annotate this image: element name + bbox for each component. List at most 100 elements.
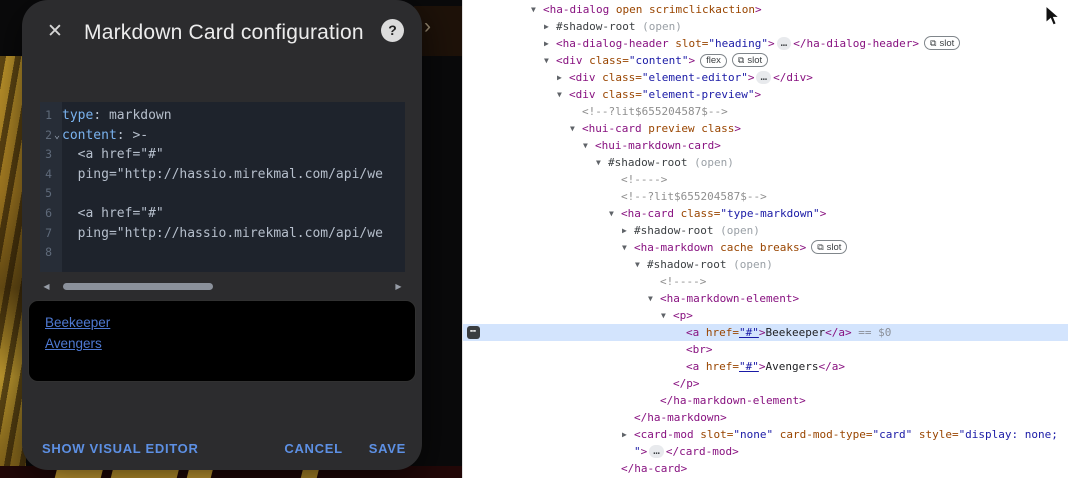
scrollbar-track[interactable] [53,282,392,291]
yaml-editor[interactable]: 1 type: markdown 2 ⌄ content: >- 3 <a href="#… [40,102,405,272]
devtools-node-row[interactable]: <br> [463,341,1068,358]
devtools-node-row[interactable]: ▼ <hui-markdown-card> [463,137,1068,154]
line-number: 6 [45,205,52,220]
close-icon[interactable]: ✕ [42,19,68,45]
code-text: content: >- [62,127,149,143]
devtools-node-row[interactable]: ▼ <ha-markdown-element> [463,290,1068,307]
expand-arrow-closed-icon[interactable]: ▶ [544,18,549,35]
fold-gutter [52,224,62,244]
code-line[interactable]: 5 [40,184,405,204]
expand-arrow-open-icon[interactable]: ▼ [544,52,549,69]
code-lines: 1 type: markdown 2 ⌄ content: >- 3 <a href="#… [40,102,405,263]
inline-expand-button[interactable]: … [776,37,792,50]
expand-arrow-open-icon[interactable]: ▼ [661,307,666,324]
devtools-node-row[interactable]: ▼ <hui-card preview class> [463,120,1068,137]
code-line[interactable]: 2 ⌄ content: >- [40,126,405,146]
code-line[interactable]: 4 ping="http://hassio.mirekmal.com/api/w… [40,165,405,185]
expand-arrow-closed-icon[interactable]: ▶ [622,426,627,443]
devtools-node-row[interactable]: ▼ <ha-markdown cache breaks> ⧉ slot [463,239,1068,256]
editor-horizontal-scrollbar[interactable]: ◀ ▶ [40,279,405,293]
fold-gutter [52,145,62,165]
line-number: 5 [45,186,52,201]
code-text: <a href="#" [62,205,164,221]
devtools-node-row[interactable]: ">… </card-mod> [463,443,1068,460]
scroll-left-icon[interactable]: ◀ [40,282,53,291]
devtools-node-row[interactable]: ▶ <div class="element-editor">… </div> [463,69,1068,86]
devtools-node-row[interactable]: ▶ #shadow-root (open) [463,222,1068,239]
devtools-node-row[interactable]: ▼ #shadow-root (open) [463,256,1068,273]
slot-badge-icon: ⧉ [817,242,824,252]
devtools-node-row[interactable]: </ha-markdown> [463,409,1068,426]
expand-arrow-open-icon[interactable]: ▼ [570,120,575,137]
slot-badge[interactable]: ⧉ slot [811,240,848,254]
expand-arrow-open-icon[interactable]: ▼ [557,86,562,103]
markdown-preview-card: Beekeeper Avengers [28,300,416,382]
fold-gutter [52,243,62,263]
expand-arrow-open-icon[interactable]: ▼ [648,290,653,307]
devtools-node-row[interactable]: ▼ <p> [463,307,1068,324]
line-number: 1 [45,108,52,122]
dialog-actions: SHOW VISUAL EDITOR CANCEL SAVE [42,441,406,456]
line-number: 2 [45,127,52,142]
expand-arrow-open-icon[interactable]: ▼ [609,205,614,222]
devtools-node-row[interactable]: ▼ <div class="content"> flex ⧉ slot [463,52,1068,69]
code-line[interactable]: 7 ping="http://hassio.mirekmal.com/api/w… [40,224,405,244]
devtools-node-row[interactable]: ▶ <card-mod slot="none" card-mod-type="ca… [463,426,1068,443]
slot-badge-icon: ⧉ [930,38,937,48]
code-text: type: markdown [62,108,172,123]
code-line[interactable]: 6 <a href="#" [40,204,405,224]
fold-gutter [52,204,62,224]
devtools-node-row[interactable]: ⋯ <a href="#">Beekeeper</a> == $0 [463,324,1068,341]
devtools-node-row[interactable]: ▶ #shadow-root (open) [463,18,1068,35]
devtools-node-row[interactable]: </ha-card> [463,460,1068,477]
devtools-elements-panel: ▼ <ha-dialog open scrimclickaction> ▶ #shad… [462,0,1068,478]
devtools-node-row[interactable]: <!--?lit$655204587$--> [463,188,1068,205]
slot-badge[interactable]: ⧉ slot [924,36,961,50]
ha-dashboard-backdrop: › ✕ Markdown Card configuration ? 1 type:… [0,0,462,478]
inline-expand-button[interactable]: … [649,445,664,458]
expand-arrow-closed-icon[interactable]: ▶ [622,222,627,239]
cancel-button[interactable]: CANCEL [284,441,342,456]
expand-arrow-open-icon[interactable]: ▼ [583,137,588,154]
devtools-node-row[interactable]: ▼ <ha-dialog open scrimclickaction> [463,1,1068,18]
preview-link[interactable]: Beekeeper [45,312,110,333]
code-text: ping="http://hassio.mirekmal.com/api/we [62,225,383,241]
code-line[interactable]: 8 [40,243,405,263]
devtools-node-row[interactable]: <a href="#">Avengers</a> [463,358,1068,375]
devtools-node-row[interactable]: ▼ #shadow-root (open) [463,154,1068,171]
node-menu-dots-icon[interactable]: ⋯ [467,326,480,339]
fold-arrow-icon[interactable]: ⌄ [52,126,62,146]
devtools-node-row[interactable]: ▼ <div class="element-preview"> [463,86,1068,103]
inline-expand-button[interactable]: … [756,71,772,84]
flex-badge[interactable]: flex [700,54,727,68]
expand-arrow-closed-icon[interactable]: ▶ [544,35,549,52]
devtools-node-row[interactable]: <!----> [463,171,1068,188]
inspect-cursor-icon [1045,5,1060,26]
expand-arrow-open-icon[interactable]: ▼ [596,154,601,171]
devtools-node-row[interactable]: ▶ <ha-dialog-header slot="heading">… </ha-… [463,35,1068,52]
preview-link[interactable]: Avengers [45,333,102,354]
slot-badge-icon: ⧉ [737,55,745,65]
slot-badge[interactable]: ⧉ slot [731,53,769,67]
devtools-node-row[interactable]: <!--?lit$655204587$--> [463,103,1068,120]
code-text: <a href="#" [62,147,164,163]
devtools-node-row[interactable]: </p> [463,375,1068,392]
save-button[interactable]: SAVE [369,441,406,456]
code-line[interactable]: 1 type: markdown [40,106,405,126]
devtools-node-row[interactable]: </ha-markdown-element> [463,392,1068,409]
devtools-node-row[interactable]: <!----> [463,273,1068,290]
devtools-node-row[interactable]: ▼ <ha-card class="type-markdown"> [463,205,1068,222]
code-text: ping="http://hassio.mirekmal.com/api/we [62,166,383,182]
expand-arrow-open-icon[interactable]: ▼ [622,239,627,256]
show-visual-editor-button[interactable]: SHOW VISUAL EDITOR [42,441,199,456]
expand-arrow-closed-icon[interactable]: ▶ [557,69,562,86]
scrollbar-thumb[interactable] [63,282,213,290]
expand-arrow-open-icon[interactable]: ▼ [531,1,536,18]
scroll-right-icon[interactable]: ▶ [392,282,405,291]
fold-gutter [52,184,62,204]
help-icon[interactable]: ? [381,19,404,42]
expand-arrow-open-icon[interactable]: ▼ [635,256,640,273]
code-line[interactable]: 3 <a href="#" [40,145,405,165]
